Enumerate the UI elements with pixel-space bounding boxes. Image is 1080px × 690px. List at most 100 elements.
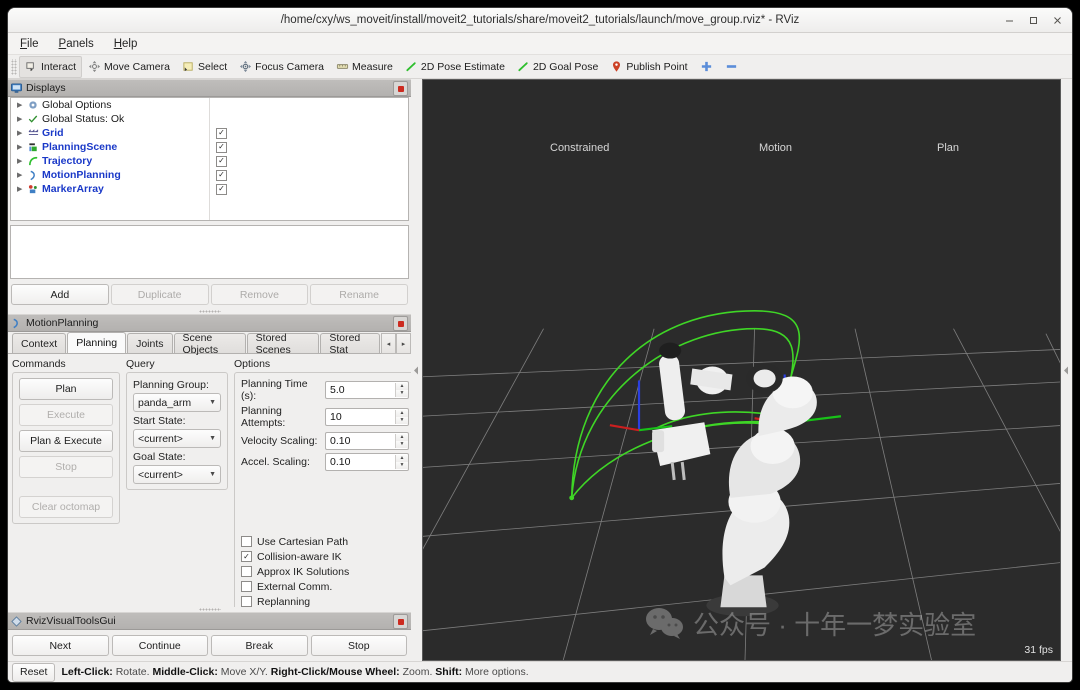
display-enabled-trajectory[interactable]: ✓ (210, 154, 408, 168)
rviztools-panel-close-button[interactable] (393, 614, 408, 629)
plan-and-execute-button[interactable]: Plan & Execute (19, 430, 113, 452)
display-item-global-options[interactable]: ▶ Global Options (11, 98, 209, 112)
plan-button[interactable]: Plan (19, 378, 113, 400)
motionplanning-panel-close-button[interactable] (393, 316, 408, 331)
toolbar-grip[interactable] (10, 58, 17, 75)
stepper-up-icon[interactable]: ▲ (396, 410, 408, 417)
start-state-select[interactable]: <current> ▼ (133, 429, 221, 448)
tabbar-scroll-left-icon[interactable]: ◂ (381, 333, 396, 354)
stepper-down-icon[interactable]: ▼ (396, 390, 408, 397)
checkbox-icon[interactable]: ✓ (216, 141, 227, 153)
collision-aware-ik-row[interactable]: ✓ Collision-aware IK (241, 549, 409, 564)
accel-scaling-stepper[interactable]: 0.10 ▲ ▼ (325, 453, 409, 471)
tool-move-camera[interactable]: Move Camera (82, 57, 176, 77)
planning-time-stepper[interactable]: 5.0 ▲ ▼ (325, 381, 409, 399)
tool-focus-camera[interactable]: Focus Camera (233, 57, 330, 77)
replanning-row[interactable]: Replanning (241, 594, 409, 607)
tab-planning[interactable]: Planning (67, 332, 127, 353)
stepper-up-icon[interactable]: ▲ (396, 383, 408, 390)
tool-2d-pose-estimate[interactable]: 2D Pose Estimate (399, 57, 511, 77)
menu-help[interactable]: Help (112, 37, 140, 51)
expand-arrow-icon[interactable]: ▶ (17, 172, 24, 179)
3d-viewport[interactable]: Constrained Motion Plan 公众号 · 十年一梦实验室 31… (422, 79, 1061, 661)
tool-interact[interactable]: Interact (19, 55, 83, 78)
tab-stored-states[interactable]: Stored Stat (320, 333, 380, 353)
remove-display-button[interactable]: Remove (210, 284, 309, 305)
motionplanning-tabbar: Context Planning Joints Scene Objects St… (8, 332, 411, 356)
tool-measure[interactable]: Measure (330, 57, 399, 77)
display-enabled-grid[interactable]: ✓ (210, 126, 408, 140)
expand-arrow-icon[interactable]: ▶ (17, 130, 24, 137)
expand-arrow-icon[interactable]: ▶ (17, 158, 24, 165)
collision-aware-ik-checkbox[interactable]: ✓ (241, 551, 252, 562)
tool-select[interactable]: Select (176, 57, 233, 77)
planning-attempts-stepper[interactable]: 10 ▲ ▼ (325, 408, 409, 426)
stepper-down-icon[interactable]: ▼ (396, 441, 408, 448)
stepper-up-icon[interactable]: ▲ (396, 455, 408, 462)
tab-stored-scenes[interactable]: Stored Scenes (246, 332, 320, 356)
approx-ik-solutions-row[interactable]: Approx IK Solutions (241, 564, 409, 579)
display-item-markerarray[interactable]: ▶ MarkerArray (11, 182, 209, 196)
execute-button[interactable]: Execute (19, 404, 113, 426)
break-button[interactable]: Break (211, 635, 308, 656)
tab-scene-objects[interactable]: Scene Objects (173, 332, 246, 356)
left-dock-collapse-handle[interactable] (411, 79, 422, 661)
duplicate-display-button[interactable]: Duplicate (110, 284, 209, 305)
goal-state-select[interactable]: <current> ▼ (133, 465, 221, 484)
close-icon[interactable] (1046, 10, 1068, 30)
display-item-grid[interactable]: ▶ Grid (11, 126, 209, 140)
reset-button[interactable]: Reset (12, 662, 56, 682)
display-enabled-planningscene[interactable]: ✓ (210, 140, 408, 154)
tool-2d-goal-pose[interactable]: 2D Goal Pose (511, 57, 604, 77)
checkbox-icon[interactable]: ✓ (216, 169, 227, 181)
stepper-buttons[interactable]: ▲ ▼ (395, 434, 408, 448)
continue-button[interactable]: Continue (111, 635, 208, 656)
display-enabled-motionplanning[interactable]: ✓ (210, 168, 408, 182)
right-dock-collapse-handle[interactable] (1061, 79, 1072, 661)
maximize-icon[interactable] (1022, 10, 1044, 30)
display-item-motionplanning[interactable]: ▶ MotionPlanning (11, 168, 209, 182)
menu-panels[interactable]: Panels (57, 37, 96, 51)
tab-context[interactable]: Context (12, 333, 67, 353)
planning-group-select[interactable]: panda_arm ▼ (133, 393, 221, 412)
display-enabled-markerarray[interactable]: ✓ (210, 182, 408, 196)
checkbox-icon[interactable]: ✓ (216, 155, 227, 167)
minimize-icon[interactable] (998, 10, 1020, 30)
stop-all-button[interactable]: Stop (310, 635, 407, 656)
stepper-buttons[interactable]: ▲ ▼ (395, 410, 408, 424)
tool-remove[interactable] (719, 57, 744, 77)
expand-arrow-icon[interactable]: ▶ (17, 116, 24, 123)
next-button[interactable]: Next (12, 635, 109, 656)
use-cartesian-path-checkbox[interactable] (241, 536, 252, 547)
tool-publish-point[interactable]: Publish Point (604, 57, 693, 77)
external-comm-checkbox[interactable] (241, 581, 252, 592)
velocity-scaling-stepper[interactable]: 0.10 ▲ ▼ (325, 432, 409, 450)
clear-octomap-button[interactable]: Clear octomap (19, 496, 113, 518)
use-cartesian-path-row[interactable]: Use Cartesian Path (241, 534, 409, 549)
stepper-down-icon[interactable]: ▼ (396, 417, 408, 424)
display-item-global-status[interactable]: ▶ Global Status: Ok (11, 112, 209, 126)
add-display-button[interactable]: Add (11, 284, 109, 305)
menu-file[interactable]: File (18, 37, 41, 51)
displays-property-editor[interactable] (10, 225, 409, 279)
expand-arrow-icon[interactable]: ▶ (17, 144, 24, 151)
display-item-planningscene[interactable]: ▶ PlanningScene (11, 140, 209, 154)
displays-panel-close-button[interactable] (393, 81, 408, 96)
checkbox-icon[interactable]: ✓ (216, 127, 227, 139)
stepper-buttons[interactable]: ▲ ▼ (395, 383, 408, 397)
checkbox-icon[interactable]: ✓ (216, 183, 227, 195)
tab-joints[interactable]: Joints (127, 333, 173, 353)
external-comm-row[interactable]: External Comm. (241, 579, 409, 594)
tool-add[interactable] (694, 57, 719, 77)
expand-arrow-icon[interactable]: ▶ (17, 102, 24, 109)
stepper-up-icon[interactable]: ▲ (396, 434, 408, 441)
replanning-checkbox[interactable] (241, 596, 252, 607)
tabbar-scroll-right-icon[interactable]: ▸ (396, 333, 411, 354)
stepper-buttons[interactable]: ▲ ▼ (395, 455, 408, 469)
display-item-trajectory[interactable]: ▶ Trajectory (11, 154, 209, 168)
expand-arrow-icon[interactable]: ▶ (17, 186, 24, 193)
stop-button[interactable]: Stop (19, 456, 113, 478)
approx-ik-solutions-checkbox[interactable] (241, 566, 252, 577)
rename-display-button[interactable]: Rename (310, 284, 408, 305)
stepper-down-icon[interactable]: ▼ (396, 462, 408, 469)
